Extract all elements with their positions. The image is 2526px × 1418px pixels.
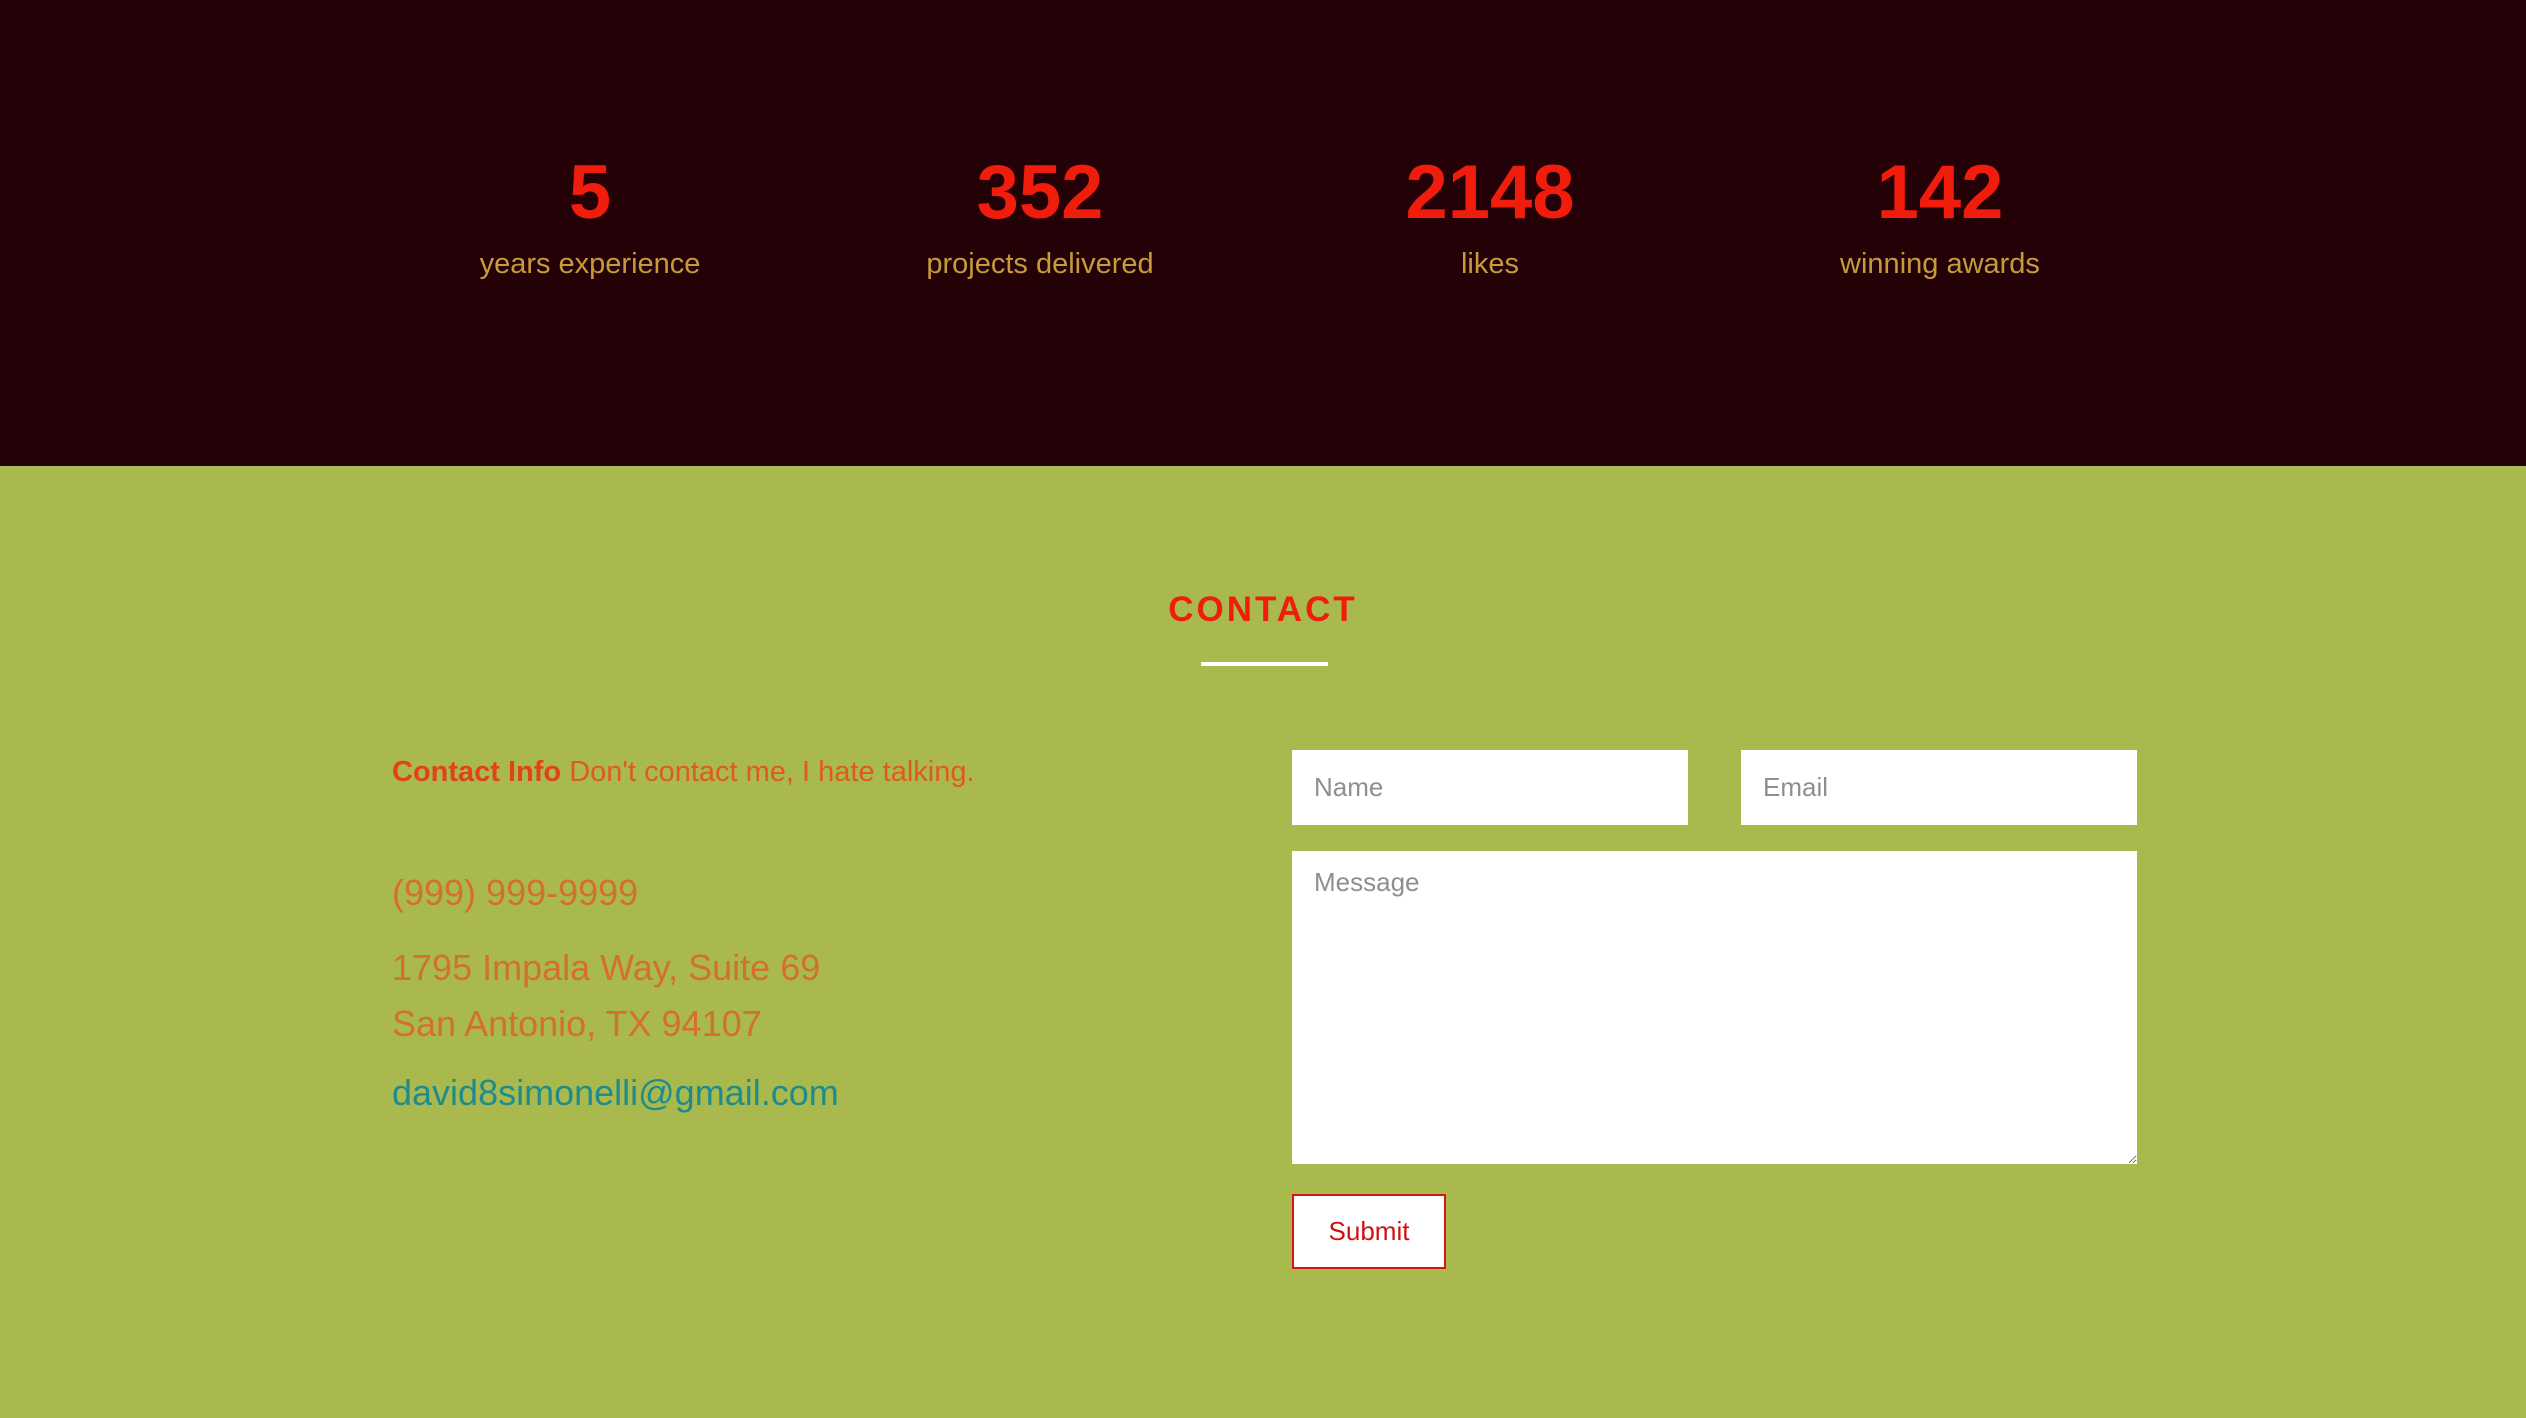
stat-number: 2148 (1405, 150, 1575, 235)
stats-section: 5 years experience 352 projects delivere… (0, 0, 2526, 466)
stat-label: years experience (479, 248, 701, 280)
stat-likes: 2148 likes (1290, 148, 1690, 284)
email-link[interactable]: david8simonelli@gmail.com (392, 1068, 839, 1118)
message-field[interactable] (1292, 851, 2137, 1164)
contact-info-label: Contact Info (392, 756, 562, 788)
contact-section: CONTACT Contact Info Don't contact me, I… (0, 466, 2526, 1418)
stat-winning-awards: 142 winning awards (1740, 148, 2140, 284)
stat-label: likes (1460, 248, 1519, 280)
contact-title: CONTACT (1168, 590, 1358, 629)
stat-label: projects delivered (926, 248, 1154, 280)
submit-button[interactable]: Submit (1292, 1194, 1446, 1269)
contact-info-text: Don't contact me, I hate talking. (569, 756, 975, 788)
address-line-2: San Antonio, TX 94107 (392, 1003, 762, 1044)
title-underline (1201, 662, 1328, 666)
stat-number: 142 (1876, 150, 2004, 235)
phone-number: (999) 999-9999 (392, 872, 639, 913)
stat-label: winning awards (1840, 248, 2040, 280)
stat-number: 5 (568, 150, 612, 235)
email-field[interactable] (1741, 750, 2137, 825)
address-line-1: 1795 Impala Way, Suite 69 (392, 947, 821, 988)
stat-number: 352 (976, 150, 1104, 235)
stat-projects-delivered: 352 projects delivered (840, 148, 1240, 284)
contact-info: Contact Info Don't contact me, I hate ta… (392, 752, 1272, 1118)
name-field[interactable] (1292, 750, 1688, 825)
contact-info-line: Contact Info Don't contact me, I hate ta… (392, 752, 1272, 792)
stat-years-experience: 5 years experience (390, 148, 790, 284)
address: 1795 Impala Way, Suite 69 San Antonio, T… (392, 940, 1272, 1052)
